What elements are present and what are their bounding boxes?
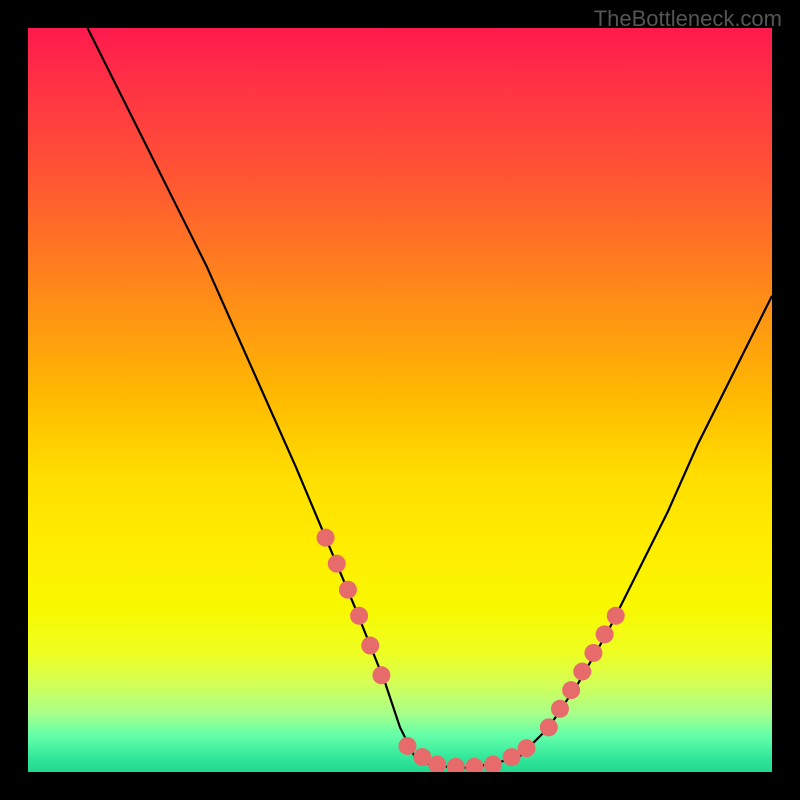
dots-group [317, 529, 625, 772]
dot [447, 758, 465, 772]
dot [540, 718, 558, 736]
dot [607, 607, 625, 625]
dot [372, 666, 390, 684]
dot [484, 756, 502, 772]
dot [350, 607, 368, 625]
curve-right-curve [519, 296, 772, 757]
dot [573, 663, 591, 681]
dot [584, 644, 602, 662]
dot [361, 637, 379, 655]
dot [562, 681, 580, 699]
watermark-text: TheBottleneck.com [594, 6, 782, 32]
curve-group [88, 28, 772, 768]
dot [465, 758, 483, 772]
dot [339, 581, 357, 599]
chart-svg [28, 28, 772, 772]
dot [596, 625, 614, 643]
plot-area [28, 28, 772, 772]
dot [317, 529, 335, 547]
dot [398, 737, 416, 755]
dot [551, 700, 569, 718]
dot [517, 739, 535, 757]
dot [328, 555, 346, 573]
